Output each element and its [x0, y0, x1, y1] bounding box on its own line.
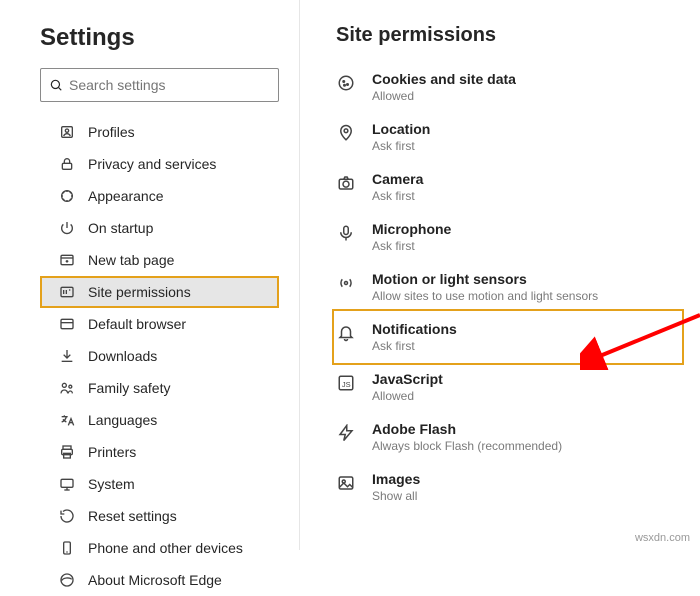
perm-title: JavaScript: [372, 371, 443, 387]
profile-icon: [58, 123, 76, 141]
language-icon: [58, 411, 76, 429]
perm-sub: Ask first: [372, 239, 451, 253]
perm-title: Cookies and site data: [372, 71, 516, 87]
perm-title: Camera: [372, 171, 423, 187]
microphone-icon: [336, 223, 356, 243]
perm-title: Microphone: [372, 221, 451, 237]
main-panel: Site permissions Cookies and site data A…: [300, 0, 700, 550]
perm-sub: Allowed: [372, 89, 516, 103]
sidebar-item-languages[interactable]: Languages: [40, 404, 279, 436]
sidebar-item-label: Site permissions: [88, 284, 191, 300]
perm-camera[interactable]: Camera Ask first: [336, 163, 680, 211]
perm-title: Notifications: [372, 321, 457, 337]
perm-sub: Ask first: [372, 189, 423, 203]
sidebar-item-printers[interactable]: Printers: [40, 436, 279, 468]
perm-title: Adobe Flash: [372, 421, 562, 437]
phone-icon: [58, 539, 76, 557]
printer-icon: [58, 443, 76, 461]
sidebar-item-downloads[interactable]: Downloads: [40, 340, 279, 372]
perm-cookies[interactable]: Cookies and site data Allowed: [336, 63, 680, 111]
svg-text:JS: JS: [342, 380, 351, 389]
perm-title: Motion or light sensors: [372, 271, 598, 287]
download-icon: [58, 347, 76, 365]
sidebar-item-label: Default browser: [88, 316, 186, 332]
sidebar-item-label: Appearance: [88, 188, 164, 204]
sidebar-item-label: On startup: [88, 220, 153, 236]
sidebar-item-system[interactable]: System: [40, 468, 279, 500]
lock-icon: [58, 155, 76, 173]
perm-sub: Ask first: [372, 339, 457, 353]
sidebar-item-label: Family safety: [88, 380, 170, 396]
family-icon: [58, 379, 76, 397]
search-icon: [49, 78, 63, 92]
perm-motion[interactable]: Motion or light sensors Allow sites to u…: [336, 263, 680, 311]
perm-notifications[interactable]: Notifications Ask first: [336, 313, 680, 361]
sidebar-item-label: New tab page: [88, 252, 174, 268]
appearance-icon: [58, 187, 76, 205]
reset-icon: [58, 507, 76, 525]
perm-sub: Allow sites to use motion and light sens…: [372, 289, 598, 303]
sidebar: Settings Profiles Privacy and services A…: [0, 0, 300, 550]
perm-flash[interactable]: Adobe Flash Always block Flash (recommen…: [336, 413, 680, 461]
sidebar-item-label: Reset settings: [88, 508, 177, 524]
sidebar-item-profiles[interactable]: Profiles: [40, 116, 279, 148]
main-title: Site permissions: [336, 24, 680, 47]
search-box[interactable]: [40, 68, 279, 102]
bell-icon: [336, 323, 356, 343]
perm-javascript[interactable]: JS JavaScript Allowed: [336, 363, 680, 411]
cookie-icon: [336, 73, 356, 93]
sidebar-item-label: System: [88, 476, 135, 492]
sidebar-item-label: About Microsoft Edge: [88, 572, 222, 588]
flash-icon: [336, 423, 356, 443]
motion-icon: [336, 273, 356, 293]
perm-images[interactable]: Images Show all: [336, 463, 680, 511]
watermark: wsxdn.com: [635, 532, 690, 544]
sidebar-item-label: Printers: [88, 444, 136, 460]
sidebar-item-phone[interactable]: Phone and other devices: [40, 532, 279, 564]
sidebar-item-site-permissions[interactable]: Site permissions: [40, 276, 279, 308]
sidebar-item-label: Profiles: [88, 124, 135, 140]
power-icon: [58, 219, 76, 237]
sidebar-item-label: Downloads: [88, 348, 157, 364]
perm-sub: Show all: [372, 489, 420, 503]
settings-title: Settings: [40, 24, 279, 52]
sidebar-item-label: Languages: [88, 412, 157, 428]
sidebar-item-default-browser[interactable]: Default browser: [40, 308, 279, 340]
system-icon: [58, 475, 76, 493]
perm-title: Location: [372, 121, 430, 137]
perm-title: Images: [372, 471, 420, 487]
location-icon: [336, 123, 356, 143]
browser-icon: [58, 315, 76, 333]
perm-sub: Ask first: [372, 139, 430, 153]
sidebar-item-startup[interactable]: On startup: [40, 212, 279, 244]
sidebar-item-reset[interactable]: Reset settings: [40, 500, 279, 532]
sidebar-item-appearance[interactable]: Appearance: [40, 180, 279, 212]
sidebar-item-privacy[interactable]: Privacy and services: [40, 148, 279, 180]
sidebar-item-about[interactable]: About Microsoft Edge: [40, 564, 279, 596]
sidebar-item-newtab[interactable]: New tab page: [40, 244, 279, 276]
image-icon: [336, 473, 356, 493]
permissions-icon: [58, 283, 76, 301]
js-icon: JS: [336, 373, 356, 393]
sidebar-item-family[interactable]: Family safety: [40, 372, 279, 404]
sidebar-item-label: Privacy and services: [88, 156, 216, 172]
newtab-icon: [58, 251, 76, 269]
perm-microphone[interactable]: Microphone Ask first: [336, 213, 680, 261]
search-input[interactable]: [69, 77, 270, 93]
perm-location[interactable]: Location Ask first: [336, 113, 680, 161]
camera-icon: [336, 173, 356, 193]
perm-sub: Always block Flash (recommended): [372, 439, 562, 453]
perm-sub: Allowed: [372, 389, 443, 403]
sidebar-item-label: Phone and other devices: [88, 540, 243, 556]
edge-icon: [58, 571, 76, 589]
